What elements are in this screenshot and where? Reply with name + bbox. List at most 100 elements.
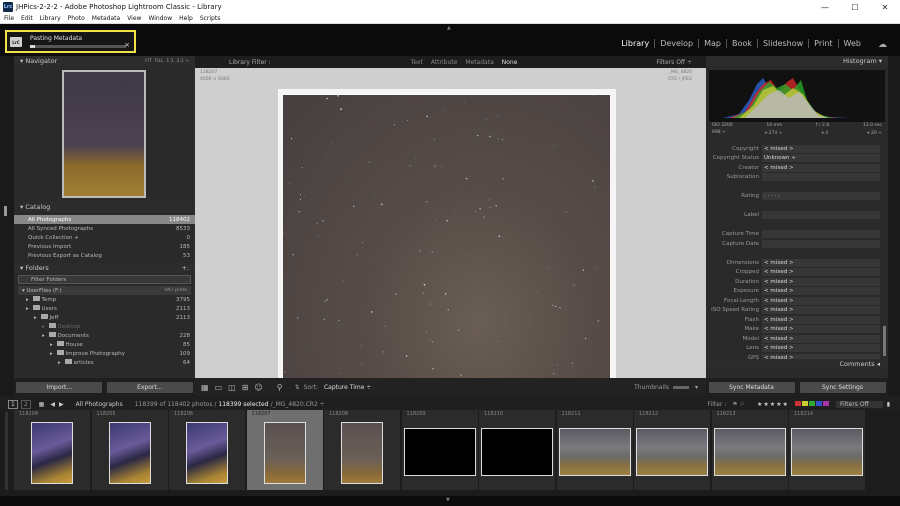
folder-row[interactable]: ▸ House 85 — [14, 340, 195, 349]
metadata-value[interactable]: Unknown ÷ — [762, 154, 880, 163]
metadata-value[interactable]: < mixed > — [762, 268, 880, 277]
metadata-value[interactable]: < mixed > — [762, 296, 880, 305]
volume-userfiles[interactable]: ▾ UserFiles (F:) nN / prnte — [18, 286, 191, 295]
filmstrip-cell[interactable]: 118213 — [711, 410, 788, 490]
flag-filter-icon[interactable]: ⚑ ⚐ — [732, 401, 745, 408]
filmstrip-cell[interactable]: 118214 — [789, 410, 865, 490]
sort-direction-icon[interactable]: ⇅ — [295, 384, 300, 391]
forward-arrow-icon[interactable]: ▶ — [59, 401, 64, 408]
histogram-header[interactable]: Histogram ▾ — [706, 56, 888, 66]
collapse-bottom-arrow[interactable]: ▼ — [446, 497, 450, 503]
redeye-chip[interactable]: ⌖ 274 ÷ — [765, 130, 783, 136]
menu-scripts[interactable]: Scripts — [200, 15, 221, 22]
metadata-value[interactable]: < mixed > — [762, 334, 880, 343]
menu-view[interactable]: View — [127, 15, 141, 22]
spray-can-icon[interactable]: ⚲ — [277, 383, 283, 392]
zoom-3-1[interactable]: 3:1 ÷ — [177, 59, 189, 64]
metadata-value[interactable]: < mixed > — [762, 258, 880, 267]
folder-disclosure-icon[interactable]: ▸ — [50, 342, 53, 348]
navigator-header[interactable]: ▾ Navigator FIT FILL 1:1 3:1 ÷ — [14, 56, 195, 66]
folder-disclosure-icon[interactable]: ▸ — [58, 360, 61, 366]
collapse-top-arrow[interactable]: ▲ — [447, 25, 451, 31]
menu-window[interactable]: Window — [148, 15, 172, 22]
grid-view-icon[interactable]: ▦ — [201, 383, 209, 392]
metadata-value[interactable] — [762, 230, 880, 239]
folder-disclosure-icon[interactable]: ▸ — [26, 297, 29, 303]
catalog-item-all-photographs[interactable]: All Photographs 118402 — [14, 215, 195, 224]
module-library[interactable]: Library — [616, 39, 654, 48]
green-label-swatch[interactable] — [808, 400, 815, 406]
back-arrow-icon[interactable]: ◀ — [50, 401, 55, 408]
folder-row[interactable]: ▸ Temp 3795 — [14, 295, 195, 304]
filmstrip-thumbnail[interactable] — [108, 422, 151, 484]
metadata-value[interactable]: · · · · · — [762, 192, 880, 201]
filters-off-dropdown[interactable]: Filters Off ÷ — [656, 59, 692, 66]
filmstrip-thumbnail[interactable] — [558, 428, 631, 476]
folder-row[interactable]: ▸ Desktop — [14, 322, 195, 331]
add-folder-icon[interactable]: +. — [181, 264, 189, 272]
close-button[interactable]: ✕ — [870, 0, 900, 14]
module-book[interactable]: Book — [726, 39, 757, 48]
filmstrip-thumbnail[interactable] — [636, 428, 708, 476]
metadata-value[interactable]: < mixed > — [762, 163, 880, 172]
catalog-header[interactable]: ▾ Catalog — [14, 202, 195, 212]
filmstrip-cell[interactable]: 118210 — [479, 410, 555, 490]
menu-help[interactable]: Help — [179, 15, 193, 22]
filmstrip-cell[interactable]: 118207 — [246, 410, 323, 490]
metadata-value[interactable] — [762, 239, 880, 248]
module-map[interactable]: Map — [698, 39, 726, 48]
filmstrip-cell[interactable]: 118205 — [91, 410, 168, 490]
people-view-icon[interactable]: ☺ — [254, 383, 262, 392]
metadata-value[interactable] — [762, 173, 880, 182]
metadata-value[interactable]: < mixed > — [762, 325, 880, 334]
filmstrip-thumbnail[interactable] — [713, 428, 786, 476]
menu-metadata[interactable]: Metadata — [92, 15, 120, 22]
filter-none[interactable]: None — [502, 59, 518, 66]
metadata-scrollbar[interactable] — [883, 326, 886, 356]
filter-lock-icon[interactable]: ▮ — [887, 401, 890, 408]
filmstrip-thumbnail[interactable] — [403, 428, 476, 476]
cancel-progress-icon[interactable]: × — [124, 41, 130, 49]
survey-view-icon[interactable]: ⊞ — [242, 383, 249, 392]
spot-chip[interactable]: ⌖ 4 — [821, 130, 828, 136]
yellow-label-swatch[interactable] — [801, 400, 808, 406]
navigator-preview[interactable] — [62, 70, 146, 198]
folder-disclosure-icon[interactable]: ▸ — [26, 306, 29, 312]
folder-disclosure-icon[interactable]: ▸ — [42, 324, 45, 330]
selected-path[interactable]: /_MG_4820.CR2 ÷ — [271, 401, 325, 408]
menu-edit[interactable]: Edit — [21, 15, 33, 22]
filter-folders-button[interactable]: Filter Folders — [18, 275, 191, 284]
catalog-item-previous-import[interactable]: Previous Import 185 — [14, 242, 195, 251]
filmstrip-cell[interactable]: 118204 — [14, 410, 90, 490]
filmstrip-filter-dropdown[interactable]: Filters Off — [835, 400, 883, 408]
mask-chip[interactable]: ⌖ 20 ÷ — [867, 130, 882, 136]
sort-dropdown[interactable]: Capture Time ÷ — [324, 384, 371, 391]
export-button[interactable]: Export... — [106, 381, 193, 393]
color-label-filter[interactable] — [794, 400, 830, 408]
folder-disclosure-icon[interactable]: ▸ — [50, 351, 53, 357]
module-web[interactable]: Web — [837, 39, 866, 48]
zoom-1-1[interactable]: 1:1 — [166, 59, 173, 64]
filter-metadata[interactable]: Metadata — [465, 59, 493, 66]
menu-file[interactable]: File — [4, 15, 14, 22]
metadata-value[interactable]: < mixed > — [762, 306, 880, 315]
sync-settings-button[interactable]: Sync Settings — [799, 381, 886, 393]
secondary-window-button[interactable]: 2 — [20, 399, 31, 409]
red-label-swatch[interactable] — [794, 400, 801, 406]
filmstrip-thumbnail[interactable] — [31, 422, 73, 484]
metadata-value[interactable]: < mixed > — [762, 344, 880, 353]
purple-label-swatch[interactable] — [822, 400, 829, 406]
import-button[interactable]: Import... — [16, 381, 103, 393]
menu-library[interactable]: Library — [40, 15, 61, 22]
filmstrip-cell[interactable]: 118209 — [401, 410, 478, 490]
module-print[interactable]: Print — [808, 39, 837, 48]
folder-row[interactable]: ▸ articles 64 — [14, 358, 195, 367]
left-panel-toggle-icon[interactable] — [4, 206, 7, 216]
filmstrip-cell[interactable]: 118206 — [169, 410, 245, 490]
folder-disclosure-icon[interactable]: ▸ — [42, 333, 45, 339]
module-slideshow[interactable]: Slideshow — [756, 39, 808, 48]
grid-shortcut-icon[interactable]: ▦ — [39, 401, 45, 408]
folder-row[interactable]: ▸ Improve Photography 109 — [14, 349, 195, 358]
rating-filter[interactable]: ★★★★★ — [757, 401, 789, 408]
loupe-photo[interactable] — [283, 94, 610, 378]
